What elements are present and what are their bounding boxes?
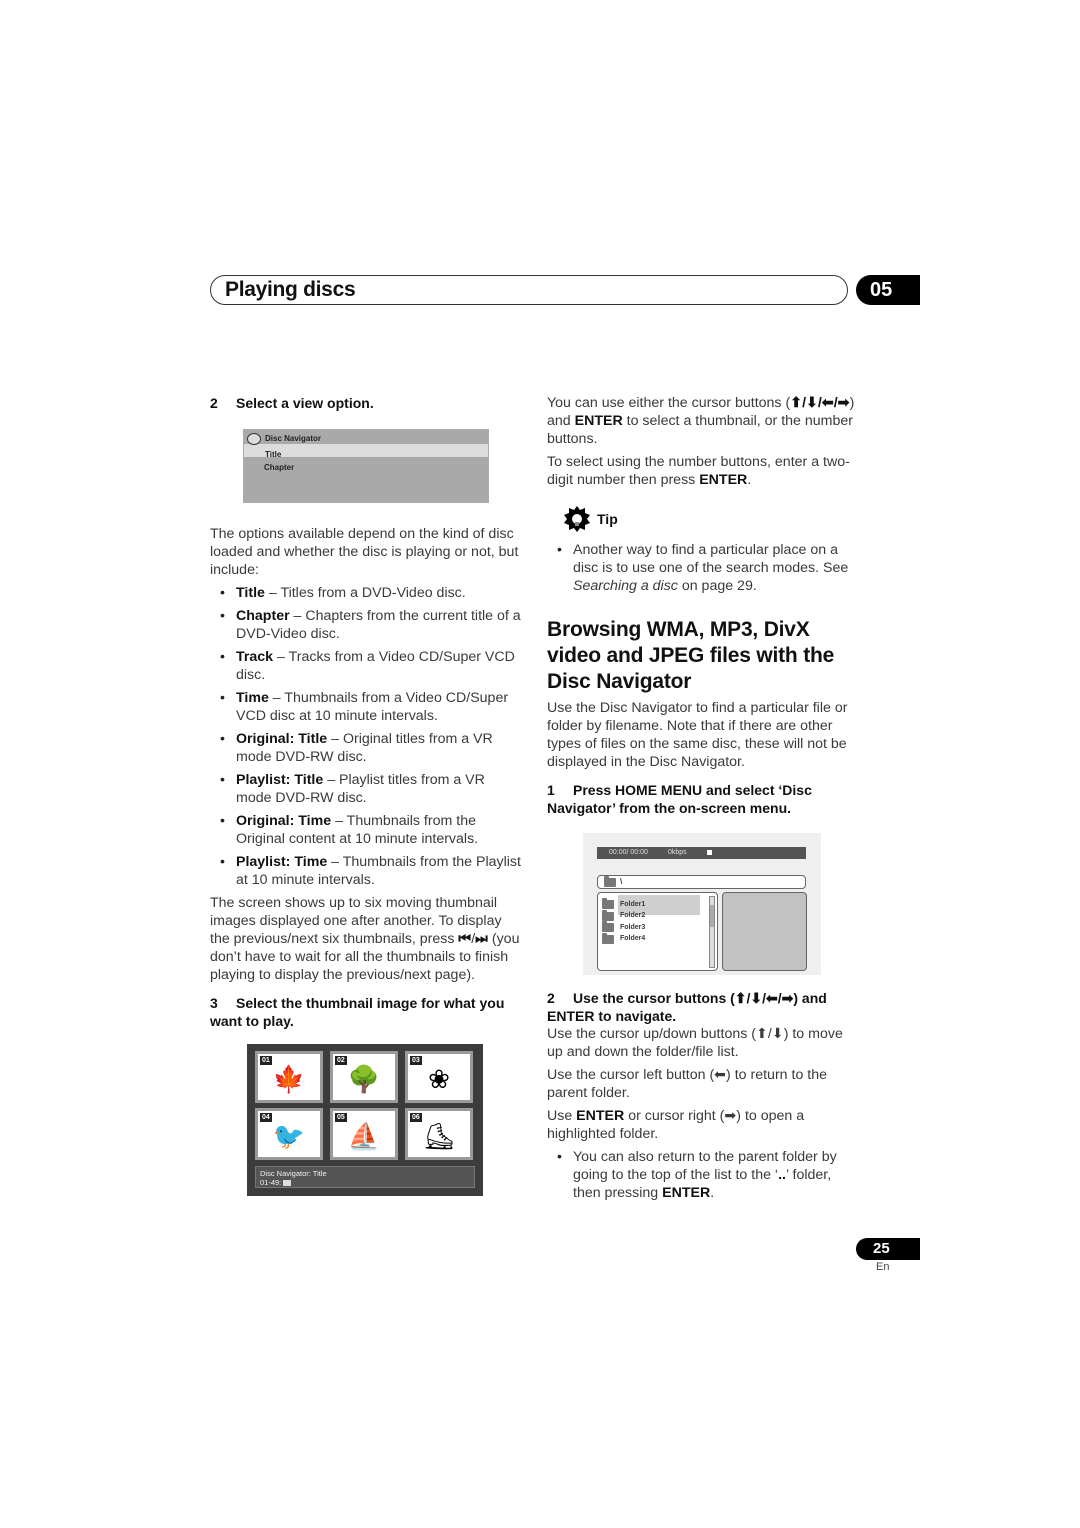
playback-status-bar: 00:00/ 00:00 0kbps <box>597 847 806 859</box>
menu-header: Disc Navigator <box>243 429 489 445</box>
windsurfer-icon: ⛵ <box>347 1121 381 1151</box>
step-3-heading: 3 Select the thumbnail image for what you… <box>210 995 505 1029</box>
previous-icon: ⏮ <box>458 931 472 947</box>
options-intro: The options available depend on the kind… <box>210 526 519 578</box>
page-number: 25 <box>856 1238 920 1260</box>
lightbulb-icon <box>564 506 590 532</box>
section-heading: Browsing WMA, MP3, DivX video and JPEG f… <box>547 618 835 693</box>
language-label: En <box>876 1261 890 1273</box>
parent-folder-note: You can also return to the parent folder… <box>557 1148 859 1202</box>
left-column: 2 Select a view option. Disc Navigator Ti… <box>210 394 522 1196</box>
arrow-icons: ⬆/⬇/⬅/➡ <box>790 395 850 411</box>
folder-icon <box>602 932 614 944</box>
menu-item-title: Title <box>244 444 488 459</box>
menu-item-chapter: Chapter <box>264 463 295 472</box>
thumbnail-03: 03 ❀ <box>405 1051 473 1103</box>
list-item: You can also return to the parent folder… <box>557 1148 859 1202</box>
thumbnail-06: 06 ⛸ <box>405 1108 473 1160</box>
list-item: Playlist: Title – Playlist titles from a… <box>220 771 522 807</box>
thumbnail-01: 01 🍁 <box>255 1051 323 1103</box>
subtitle-icon <box>283 1180 292 1187</box>
tree-icon: 🌳 <box>347 1064 381 1094</box>
path-field: \ <box>597 875 806 889</box>
thumbnail-status-bar: Disc Navigator: Title 01-49: <box>255 1166 475 1188</box>
disc-navigator-screenshot: 00:00/ 00:00 0kbps \ Folder1 Folder2 Fold… <box>583 833 821 975</box>
cross-reference-link: Searching a disc <box>573 578 678 594</box>
view-option-menu-screenshot: Disc Navigator Title Chapter <box>243 429 489 503</box>
section-intro: Use the Disc Navigator to find a particu… <box>547 700 848 770</box>
list-item: Track – Tracks from a Video CD/Super VCD… <box>220 648 522 684</box>
folder-icon <box>602 921 614 933</box>
step-1-heading: 1 Press HOME MENU and select ‘Disc Naviga… <box>547 782 812 816</box>
folder-item: Folder4 <box>602 932 717 946</box>
tip-heading: Tip <box>563 505 859 533</box>
step-2-navigate-heading: 2 Use the cursor buttons (⬆/⬇/⬅/➡) and EN… <box>547 990 827 1024</box>
list-item: Original: Time – Thumbnails from the Ori… <box>220 812 522 848</box>
thumbnail-screen-screenshot: 01 🍁 02 🌳 03 ❀ 04 🐦 05 ⛵ 06 ⛸ Disc Navigator: … <box>247 1044 483 1196</box>
next-icon: ⏭ <box>475 931 488 947</box>
up-down-paragraph: Use the cursor up/down buttons (⬆/⬇) to … <box>547 1026 843 1060</box>
thumbnails-paragraph: The screen shows up to six moving thumbn… <box>210 895 520 983</box>
list-item: Title – Titles from a DVD-Video disc. <box>220 584 522 602</box>
number-buttons-paragraph: To select using the number buttons, ente… <box>547 454 850 488</box>
folder-icon <box>602 898 614 910</box>
thumbnail-04: 04 🐦 <box>255 1108 323 1160</box>
step-2-heading: 2 Select a view option. <box>210 395 374 411</box>
folder-icon <box>602 909 614 921</box>
leaf-icon: 🍁 <box>272 1064 306 1094</box>
left-button-paragraph: Use the cursor left button (⬅) to return… <box>547 1067 828 1101</box>
thumbnail-05: 05 ⛵ <box>330 1108 398 1160</box>
view-options-list: Title – Titles from a DVD-Video disc. Ch… <box>220 584 522 889</box>
skater-icon: ⛸ <box>422 1121 456 1151</box>
bird-icon: 🐦 <box>272 1121 306 1151</box>
tip-list: Another way to find a particular place o… <box>557 541 859 595</box>
cursor-buttons-paragraph: You can use either the cursor buttons (⬆… <box>547 395 855 447</box>
preview-pane <box>722 892 807 971</box>
list-item: Original: Title – Original titles from a… <box>220 730 522 766</box>
list-item: Chapter – Chapters from the current titl… <box>220 607 522 643</box>
flower-icon: ❀ <box>428 1064 450 1094</box>
enter-paragraph: Use ENTER or cursor right (➡) to open a … <box>547 1108 805 1142</box>
stop-icon <box>706 849 712 855</box>
list-scrollbar <box>709 896 715 968</box>
folder-icon <box>604 875 616 887</box>
list-item: Playlist: Time – Thumbnails from the Pla… <box>220 853 522 889</box>
section-title: Playing discs <box>225 278 356 301</box>
chapter-number-tab: 05 <box>856 275 920 305</box>
thumbnail-02: 02 🌳 <box>330 1051 398 1103</box>
folder-list: Folder1 Folder2 Folder3 Folder4 <box>597 892 718 971</box>
disc-icon <box>247 432 261 445</box>
right-column: You can use either the cursor buttons (⬆… <box>547 394 859 1207</box>
tip-text: Another way to find a particular place o… <box>557 541 859 595</box>
list-item: Time – Thumbnails from a Video CD/Super … <box>220 689 522 725</box>
